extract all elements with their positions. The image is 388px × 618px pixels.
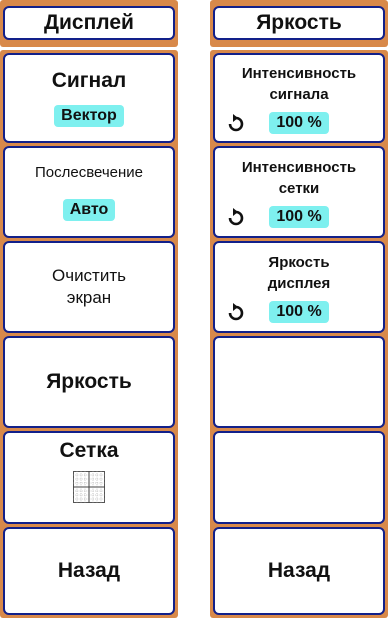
empty-slot-button-2 <box>213 431 385 524</box>
display-menu-body-frame: Сигнал Вектор Послесвечение Авто Очистит… <box>0 50 178 618</box>
signal-value-badge: Вектор <box>54 105 124 127</box>
display-brightness-value-badge: 100 % <box>269 300 329 323</box>
grid-button-label: Сетка <box>59 439 119 462</box>
rotary-knob-icon <box>228 302 244 320</box>
back-button-label: Назад <box>267 559 331 582</box>
clear-screen-label-line1: Очистить <box>51 266 126 285</box>
rotary-knob-icon <box>228 113 244 131</box>
grid-intensity-label-line1: Интенсивность <box>241 158 357 176</box>
display-brightness-label-line1: Яркость <box>268 253 330 271</box>
display-brightness-label-line2: дисплея <box>267 274 331 292</box>
display-menu-panel: Дисплей Сигнал Вектор Послесвечение Авто… <box>0 0 178 618</box>
display-menu-title: Дисплей <box>3 6 175 40</box>
grid-intensity-value-badge: 100 % <box>269 205 329 228</box>
persistence-button[interactable]: Послесвечение Авто <box>3 146 175 238</box>
persistence-button-label: Послесвечение <box>34 164 144 181</box>
signal-intensity-label-line2: сигнала <box>269 85 329 103</box>
clear-screen-label-line2: экран <box>66 288 112 307</box>
grid-intensity-button[interactable]: Интенсивность сетки 100 % <box>213 146 385 238</box>
grid-button[interactable]: Сетка <box>3 431 175 524</box>
brightness-button-label: Яркость <box>46 370 132 393</box>
signal-intensity-button[interactable]: Интенсивность сигнала 100 % <box>213 53 385 143</box>
grid-icon <box>73 471 105 503</box>
rotary-knob-icon <box>228 207 244 225</box>
grid-intensity-label-line2: сетки <box>278 179 320 197</box>
signal-button-label: Сигнал <box>51 69 127 92</box>
signal-button[interactable]: Сигнал Вектор <box>3 53 175 143</box>
brightness-menu-header-frame: Яркость <box>210 0 388 47</box>
signal-intensity-label-line1: Интенсивность <box>241 64 357 82</box>
display-menu-header-frame: Дисплей <box>0 0 178 47</box>
back-button-label: Назад <box>57 559 121 582</box>
empty-slot-button-1 <box>213 336 385 428</box>
clear-screen-button[interactable]: Очистить экран <box>3 241 175 333</box>
back-button[interactable]: Назад <box>213 527 385 615</box>
brightness-menu-body-frame: Интенсивность сигнала 100 % Интенсивност… <box>210 50 388 618</box>
persistence-value-badge: Авто <box>62 199 116 221</box>
back-button[interactable]: Назад <box>3 527 175 615</box>
brightness-menu-panel: Яркость Интенсивность сигнала 100 % Инте… <box>210 0 388 618</box>
brightness-button[interactable]: Яркость <box>3 336 175 428</box>
signal-intensity-value-badge: 100 % <box>269 111 329 134</box>
brightness-menu-title: Яркость <box>213 6 385 40</box>
display-brightness-button[interactable]: Яркость дисплея 100 % <box>213 241 385 333</box>
